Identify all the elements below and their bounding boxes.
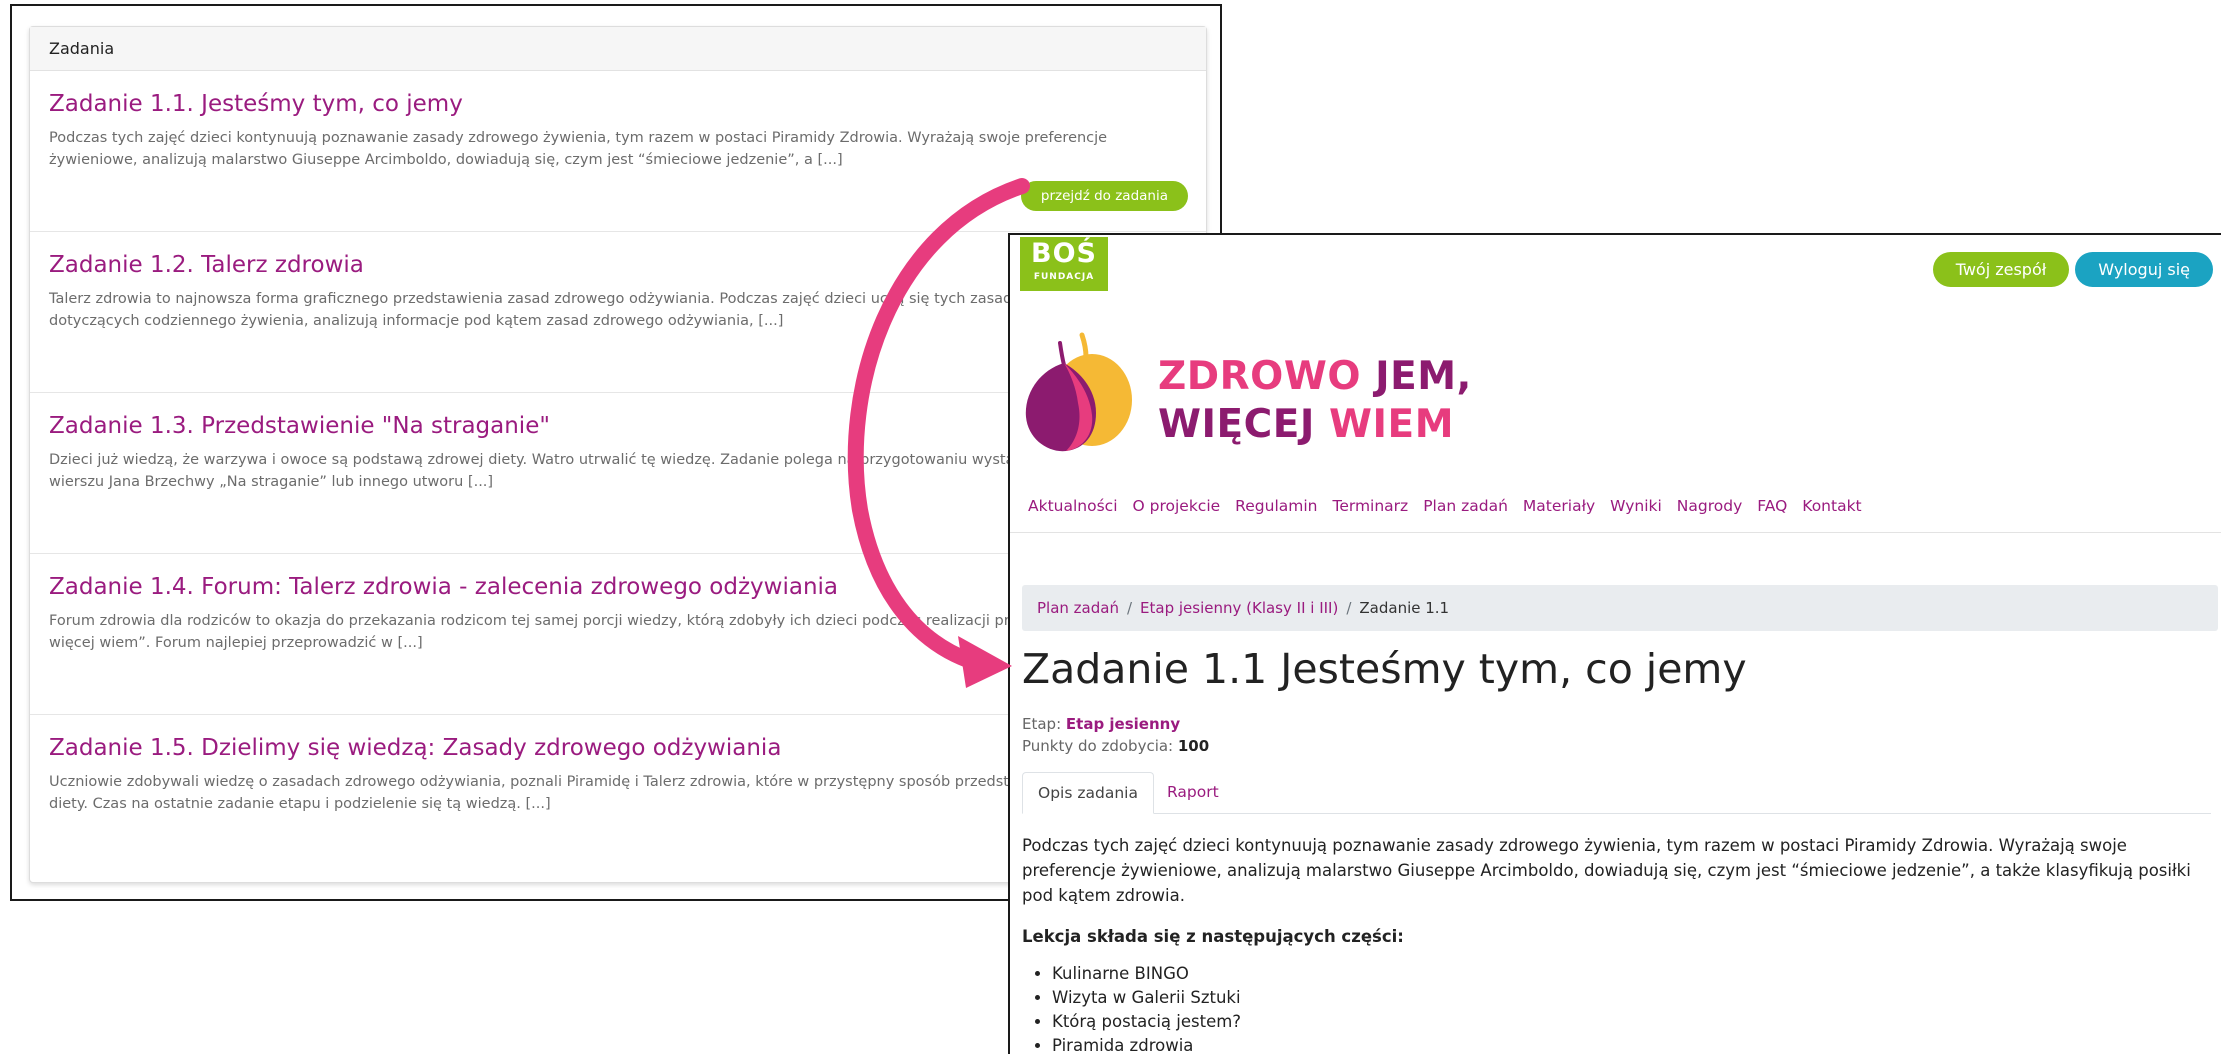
header-buttons: Twój zespół Wyloguj się <box>1932 252 2213 287</box>
breadcrumb-etap[interactable]: Etap jesienny (Klasy II i III) <box>1140 585 1338 631</box>
list-item: Piramida zdrowia <box>1052 1034 2217 1054</box>
main-nav: Aktualności O projekcie Regulamin Termin… <box>1028 497 1862 515</box>
nav-item-materialy[interactable]: Materiały <box>1523 497 1595 515</box>
brand-wordmark: ZDROWO JEM, WIĘCEJ WIEM <box>1158 354 1472 447</box>
breadcrumb-current: Zadanie 1.1 <box>1359 599 1450 617</box>
tab-raport[interactable]: Raport <box>1152 772 1234 814</box>
fruit-logo-icon[interactable] <box>1020 325 1140 455</box>
stage-value: Etap jesienny <box>1065 715 1181 733</box>
breadcrumb-plan-zadan[interactable]: Plan zadań <box>1037 585 1119 631</box>
task-meta: Etap: Etap jesienny Punkty do zdobycia: … <box>1022 713 1209 757</box>
nav-item-terminarz[interactable]: Terminarz <box>1332 497 1408 515</box>
nav-item-o-projekcie[interactable]: O projekcie <box>1133 497 1221 515</box>
task-content: Podczas tych zajęć dzieci kontynuują poz… <box>1022 829 2217 1054</box>
nav-item-faq[interactable]: FAQ <box>1757 497 1787 515</box>
task-description: Podczas tych zajęć dzieci kontynuują poz… <box>49 130 1108 168</box>
nav-item-regulamin[interactable]: Regulamin <box>1235 497 1317 515</box>
bos-foundation-logo[interactable]: BOŚ FUNDACJA <box>1020 237 1108 291</box>
nav-item-wyniki[interactable]: Wyniki <box>1610 497 1662 515</box>
points-label: Punkty do zdobycia: <box>1022 737 1178 755</box>
team-button[interactable]: Twój zespół <box>1932 252 2070 287</box>
tab-opis-zadania[interactable]: Opis zadania <box>1022 772 1154 814</box>
list-item: Którą postacią jestem? <box>1052 1010 2217 1034</box>
goto-task-button[interactable]: przejdź do zadania <box>1020 181 1188 211</box>
task-detail-screenshot: BOŚ FUNDACJA Twój zespół Wyloguj się ZDR… <box>1008 233 2221 1054</box>
list-item: Kulinarne BINGO <box>1052 962 2217 986</box>
task-tabs: Opis zadania Raport <box>1022 772 2211 814</box>
breadcrumb-separator: / <box>1126 599 1133 617</box>
lesson-heading: Lekcja składa się z następujących części… <box>1022 927 1404 946</box>
points-value: 100 <box>1177 737 1210 755</box>
lesson-parts-list: Kulinarne BINGO Wizyta w Galerii Sztuki … <box>1022 962 2217 1054</box>
logout-button[interactable]: Wyloguj się <box>2075 252 2213 287</box>
nav-item-nagrody[interactable]: Nagrody <box>1677 497 1742 515</box>
breadcrumb: Plan zadań / Etap jesienny (Klasy II i I… <box>1022 585 2218 631</box>
nav-divider <box>1010 532 2221 533</box>
nav-item-kontakt[interactable]: Kontakt <box>1802 497 1861 515</box>
breadcrumb-separator: / <box>1346 599 1352 617</box>
nav-item-plan-zadan[interactable]: Plan zadań <box>1423 497 1508 515</box>
task-list-item: Zadanie 1.1. Jesteśmy tym, co jemy Podcz… <box>30 71 1206 232</box>
nav-item-aktualnosci[interactable]: Aktualności <box>1028 497 1118 515</box>
task-title-link[interactable]: Zadanie 1.1. Jesteśmy tym, co jemy <box>49 89 1187 119</box>
task-description-text: Podczas tych zajęć dzieci kontynuują poz… <box>1022 836 2191 905</box>
tasks-card-header: Zadania <box>30 27 1206 71</box>
stage-label: Etap: <box>1022 715 1066 733</box>
page-title: Zadanie 1.1 Jesteśmy tym, co jemy <box>1022 645 1747 693</box>
list-item: Wizyta w Galerii Sztuki <box>1052 986 2217 1010</box>
